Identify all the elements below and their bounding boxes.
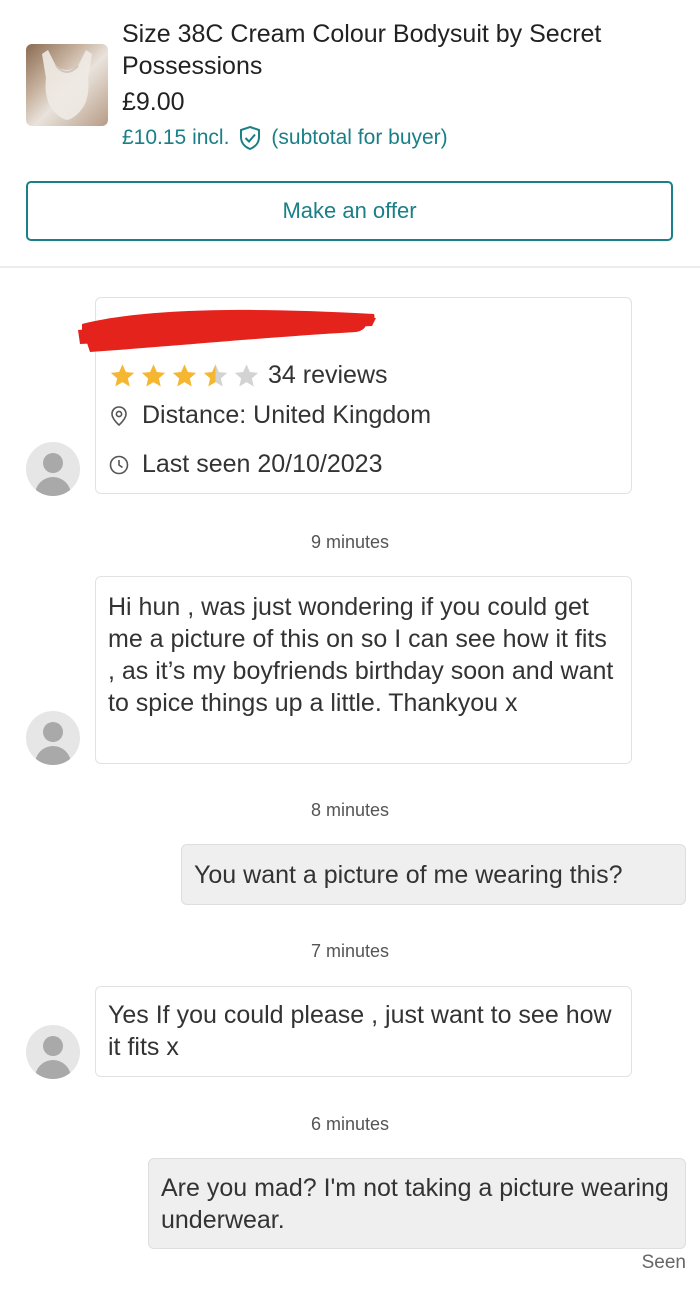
star-full-icon bbox=[172, 364, 197, 387]
item-thumbnail[interactable] bbox=[26, 44, 108, 126]
message-text: You want a picture of me wearing this? bbox=[194, 861, 623, 889]
rating-stars bbox=[108, 362, 261, 390]
incl-price: £10.15 incl. bbox=[122, 126, 230, 149]
star-half-icon bbox=[203, 364, 228, 387]
item-price: £9.00 bbox=[122, 88, 185, 116]
star-full-icon bbox=[141, 364, 166, 387]
item-header: Size 38C Cream Colour Bodysuit by Secret… bbox=[0, 0, 700, 268]
distance-row: Distance: United Kingdom bbox=[108, 401, 431, 430]
seen-status: Seen bbox=[641, 1252, 686, 1273]
outgoing-message[interactable]: Are you mad? I'm not taking a picture we… bbox=[148, 1158, 686, 1249]
outgoing-message[interactable]: You want a picture of me wearing this? bbox=[181, 844, 686, 905]
incoming-message[interactable]: Yes If you could please , just want to s… bbox=[95, 986, 632, 1077]
other-user-avatar[interactable] bbox=[26, 442, 80, 496]
profile-card[interactable]: 34 reviews Distance: United Kingdom Last… bbox=[78, 297, 632, 494]
other-user-avatar[interactable] bbox=[26, 1025, 80, 1079]
item-title[interactable]: Size 38C Cream Colour Bodysuit by Secret… bbox=[122, 18, 682, 82]
last-seen-text: Last seen 20/10/2023 bbox=[142, 450, 383, 478]
subtotal-note: (subtotal for buyer) bbox=[271, 126, 448, 149]
last-seen-row: Last seen 20/10/2023 bbox=[108, 450, 382, 479]
message-timestamp: 8 minutes bbox=[310, 800, 390, 820]
message-text: Hi hun , was just wondering if you could… bbox=[108, 593, 614, 717]
message-timestamp: 7 minutes bbox=[310, 941, 390, 961]
conversation: 34 reviews Distance: United Kingdom Last… bbox=[0, 270, 700, 1304]
buyer-protection-price[interactable]: £10.15 incl. (subtotal for buyer) bbox=[122, 124, 448, 152]
bodysuit-image-icon bbox=[42, 50, 92, 120]
message-text: Are you mad? I'm not taking a picture we… bbox=[161, 1174, 669, 1234]
star-empty-icon bbox=[234, 364, 259, 387]
message-timestamp: 9 minutes bbox=[310, 532, 390, 552]
distance-text: Distance: United Kingdom bbox=[142, 401, 432, 429]
make-offer-button[interactable]: Make an offer bbox=[26, 181, 673, 241]
redacted-username bbox=[78, 309, 376, 352]
location-pin-icon bbox=[111, 405, 127, 426]
reviews-count[interactable]: 34 reviews bbox=[268, 361, 388, 390]
message-timestamp: 6 minutes bbox=[310, 1114, 390, 1134]
star-full-icon bbox=[110, 364, 135, 387]
incoming-message[interactable]: Hi hun , was just wondering if you could… bbox=[95, 576, 632, 764]
shield-check-icon bbox=[240, 125, 261, 151]
other-user-avatar[interactable] bbox=[26, 711, 80, 765]
clock-icon bbox=[109, 455, 129, 474]
message-text: Yes If you could please , just want to s… bbox=[108, 1001, 612, 1061]
